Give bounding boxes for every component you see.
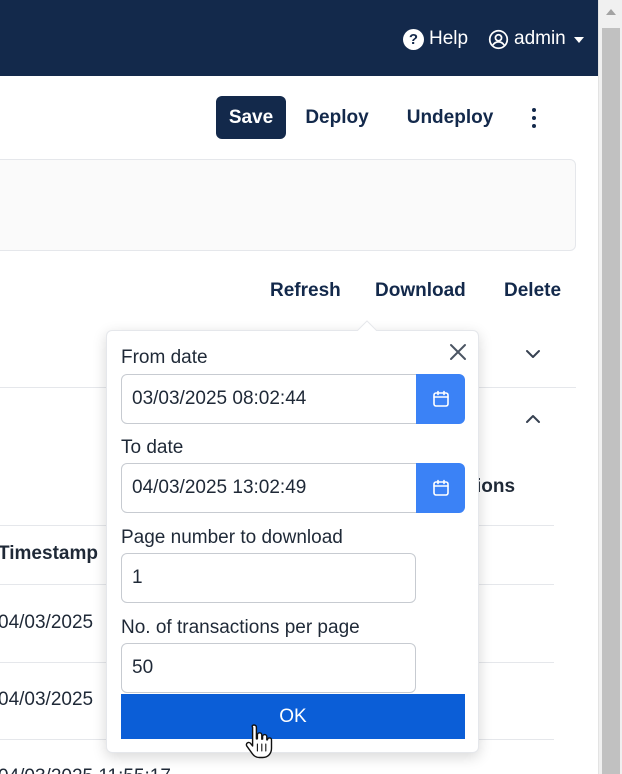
caret-down-icon — [573, 37, 584, 43]
table-row: 04/03/2025 — [0, 689, 94, 710]
help-label: Help — [429, 28, 469, 49]
deploy-button[interactable]: Deploy — [296, 96, 378, 139]
transactions-per-page-label: No. of transactions per page — [121, 617, 360, 638]
from-date-calendar-button[interactable] — [416, 374, 465, 424]
chevron-down-icon[interactable] — [525, 346, 541, 362]
to-date-label: To date — [121, 437, 184, 458]
table-row: 04/03/2025 11:55:17 — [0, 766, 171, 774]
actions-column-header: ions — [476, 476, 516, 497]
from-date-label: From date — [121, 347, 208, 368]
to-date-calendar-button[interactable] — [416, 463, 465, 513]
scrollbar-thumb[interactable] — [602, 28, 620, 774]
delete-button[interactable]: Delete — [504, 280, 561, 302]
popover-arrow — [354, 317, 380, 331]
calendar-icon — [432, 479, 449, 496]
timestamp-column-header[interactable]: Timestamp — [0, 543, 98, 565]
close-icon[interactable] — [448, 342, 468, 362]
page-number-input[interactable]: 1 — [121, 553, 416, 603]
undeploy-button[interactable]: Undeploy — [398, 96, 502, 139]
table-row: 04/03/2025 — [0, 612, 94, 633]
hand-pointer-cursor-icon — [245, 724, 273, 759]
ok-button[interactable]: OK — [121, 694, 465, 739]
scroll-up-arrow-icon[interactable] — [606, 9, 616, 15]
top-navbar: ? Help admin — [0, 0, 598, 76]
user-circle-icon — [488, 29, 509, 49]
save-button[interactable]: Save — [216, 96, 286, 139]
download-button[interactable]: Download — [375, 280, 466, 302]
chevron-up-icon[interactable] — [525, 411, 541, 427]
help-link[interactable]: ? Help — [403, 26, 468, 52]
kebab-vertical-icon[interactable] — [520, 96, 548, 139]
calendar-icon — [432, 390, 449, 407]
user-name: admin — [514, 28, 566, 49]
user-menu[interactable]: admin — [488, 26, 584, 52]
page-number-label: Page number to download — [121, 527, 343, 548]
to-date-input[interactable]: 04/03/2025 13:02:49 — [121, 463, 417, 513]
info-panel — [0, 159, 576, 251]
question-circle-icon: ? — [403, 28, 424, 50]
vertical-scrollbar[interactable] — [598, 0, 622, 774]
transactions-per-page-input[interactable]: 50 — [121, 643, 416, 693]
from-date-input[interactable]: 03/03/2025 08:02:44 — [121, 374, 417, 424]
refresh-button[interactable]: Refresh — [270, 280, 341, 302]
